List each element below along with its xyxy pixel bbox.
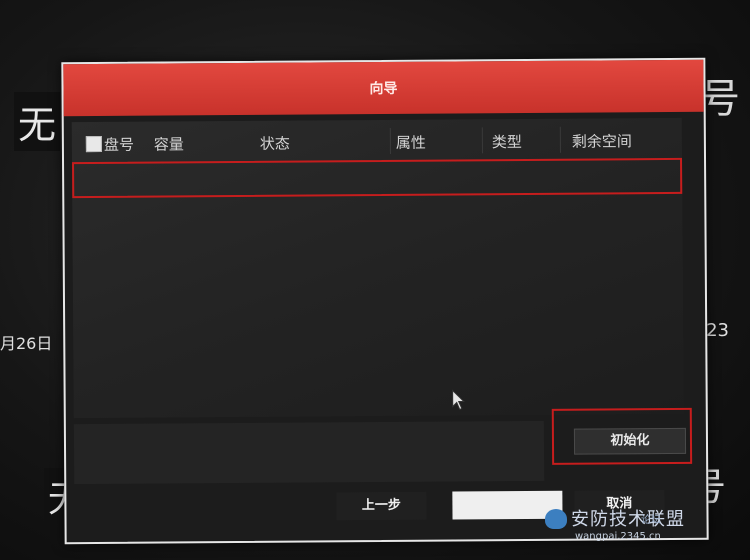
column-header-disk-no[interactable]: 盘号 — [104, 134, 134, 155]
watermark-title: 安防技术联盟 — [571, 509, 685, 530]
initialize-button[interactable]: 初始化 — [573, 427, 687, 455]
background-label-right-top: 号 — [700, 76, 740, 122]
dialog-title-bar: 向导 — [63, 59, 704, 117]
select-all-checkbox[interactable] — [85, 135, 102, 153]
lower-panel — [73, 420, 545, 485]
column-divider — [481, 127, 483, 154]
watermark-url: wangpai.2345.cn — [575, 531, 661, 542]
disk-table: 盘号 容量 状态 属性 类型 剩余空间 — [71, 117, 684, 419]
column-header-attribute[interactable]: 属性 — [396, 132, 426, 153]
column-header-capacity[interactable]: 容量 — [154, 133, 184, 154]
column-divider — [559, 126, 561, 153]
previous-step-button[interactable]: 上一步 — [336, 491, 427, 521]
empty-row-highlight — [72, 157, 683, 199]
wizard-dialog: 向导 盘号 容量 状态 属性 类型 剩余空间 初始化 上一步 取消 — [61, 57, 709, 545]
column-divider — [389, 127, 391, 154]
background-label-left-top: 无 — [14, 92, 61, 151]
watermark-subtitle: 论坛 — [641, 515, 661, 526]
dialog-title: 向导 — [369, 80, 398, 98]
watermark-logo-icon — [545, 509, 567, 529]
background-date: 月26日 — [0, 334, 53, 353]
column-header-type[interactable]: 类型 — [492, 131, 522, 152]
table-header: 盘号 容量 状态 属性 类型 剩余空间 — [82, 124, 682, 156]
column-header-free-space[interactable]: 剩余空间 — [572, 130, 632, 151]
watermark: 安防技术联盟 论坛 wangpai.2345.cn — [545, 505, 745, 555]
mouse-cursor-icon — [452, 389, 465, 411]
column-header-status[interactable]: 状态 — [260, 133, 290, 154]
